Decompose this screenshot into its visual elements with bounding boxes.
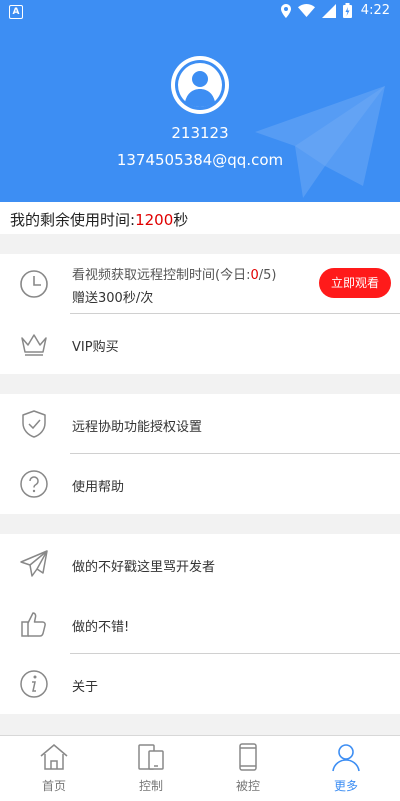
username: 213123: [171, 124, 229, 142]
info-icon: [20, 670, 48, 698]
watch-video-label: 看视频获取远程控制时间(今日:0/5): [72, 264, 276, 283]
about-label: 关于: [72, 680, 99, 695]
nav-item-more[interactable]: 更多: [296, 736, 396, 801]
nav-item-controlled[interactable]: 被控: [198, 736, 298, 801]
crown-icon: [21, 334, 47, 356]
bottom-nav: 首页 控制 被控 更多: [0, 735, 400, 801]
menu-item-vip[interactable]: VIP购买: [0, 314, 400, 374]
user-profile-icon: [332, 744, 360, 772]
shield-check-icon: [22, 410, 46, 438]
remaining-time-label: 我的剩余使用时间:: [10, 211, 136, 229]
clock-icon: [20, 270, 48, 298]
nav-item-home[interactable]: 首页: [4, 736, 104, 801]
remaining-time-bar: 我的剩余使用时间:1200秒: [0, 202, 400, 234]
phone-icon: [239, 743, 257, 771]
home-icon: [40, 744, 68, 770]
section-rewards: 看视频获取远程控制时间(今日:0/5) 赠送300秒/次 立即观看 VIP购买: [0, 254, 400, 374]
remaining-time-value: 1200: [135, 211, 174, 229]
menu-item-about[interactable]: 关于: [0, 654, 400, 714]
signal-icon: [321, 3, 336, 18]
devices-icon: [138, 744, 164, 770]
app-notification-icon: A: [9, 5, 23, 19]
nav-label: 被控: [235, 779, 260, 793]
watch-now-button[interactable]: 立即观看: [319, 268, 391, 298]
nav-label: 更多: [333, 779, 358, 793]
location-icon: [280, 3, 291, 18]
user-avatar-icon: [175, 60, 225, 110]
nav-item-control[interactable]: 控制: [101, 736, 201, 801]
menu-item-remote-auth[interactable]: 远程协助功能授权设置: [0, 394, 400, 454]
user-email: 1374505384@qq.com: [116, 151, 284, 169]
watch-count-suffix: /5): [258, 268, 277, 283]
watch-video-label-text: 看视频获取远程控制时间(今日:: [72, 268, 251, 283]
watch-count-current: 0: [250, 268, 259, 283]
menu-item-praise[interactable]: 做的不错!: [0, 594, 400, 654]
status-bar: A 4:22: [0, 0, 400, 24]
remaining-time-unit: 秒: [173, 211, 189, 229]
menu-item-help[interactable]: 使用帮助: [0, 454, 400, 514]
paper-plane-icon: [20, 550, 48, 577]
section-feedback: 做的不好戳这里骂开发者 做的不错! 关于: [0, 534, 400, 714]
section-settings: 远程协助功能授权设置 使用帮助: [0, 394, 400, 514]
praise-label: 做的不错!: [72, 620, 130, 635]
profile-header: 213123 1374505384@qq.com: [0, 24, 400, 202]
menu-item-complain[interactable]: 做的不好戳这里骂开发者: [0, 534, 400, 594]
vip-label: VIP购买: [72, 340, 119, 355]
help-icon: [20, 470, 48, 498]
complain-label: 做的不好戳这里骂开发者: [72, 560, 216, 575]
paper-plane-watermark-icon: [255, 86, 385, 198]
wifi-icon: [297, 4, 315, 17]
avatar[interactable]: [171, 56, 229, 114]
help-label: 使用帮助: [72, 480, 125, 495]
nav-label: 首页: [41, 779, 66, 793]
status-time: 4:22: [360, 3, 390, 18]
nav-label: 控制: [138, 779, 163, 793]
battery-icon: [342, 3, 352, 18]
remaining-time-text: 我的剩余使用时间:1200秒: [10, 209, 188, 230]
remote-auth-label: 远程协助功能授权设置: [72, 420, 203, 435]
thumbs-up-icon: [21, 612, 46, 637]
watch-video-reward: 赠送300秒/次: [72, 291, 154, 306]
watch-video-item[interactable]: 看视频获取远程控制时间(今日:0/5) 赠送300秒/次 立即观看: [0, 254, 400, 314]
